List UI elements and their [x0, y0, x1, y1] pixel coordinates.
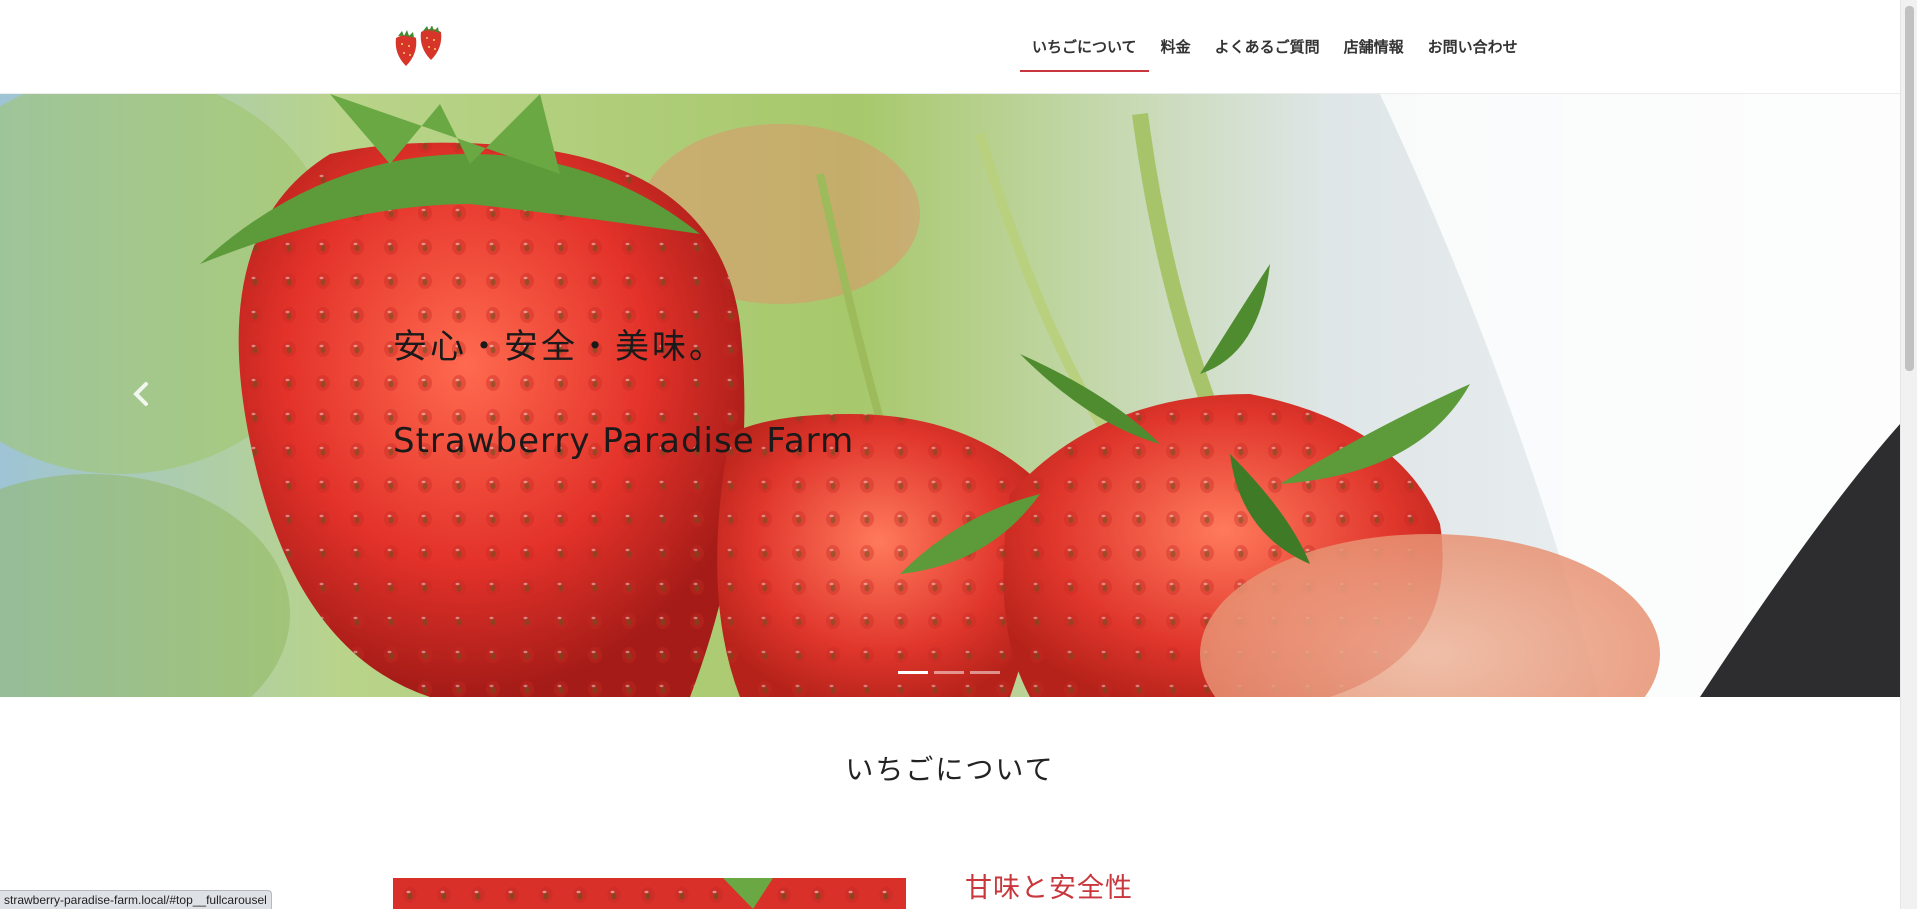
hero-carousel[interactable]: 安心・安全・美味。 Strawberry Paradise Farm [0, 94, 1900, 697]
link-status-bar: strawberry-paradise-farm.local/#top__ful… [0, 890, 272, 909]
carousel-indicators [898, 671, 1000, 674]
carousel-prev-button[interactable] [122, 374, 162, 414]
nav-item-store-info[interactable]: 店舗情報 [1332, 0, 1416, 94]
carousel-indicator-2[interactable] [934, 671, 964, 674]
about-strawberry-image [393, 878, 906, 909]
carousel-indicator-3[interactable] [970, 671, 1000, 674]
nav-item-contact[interactable]: お問い合わせ [1416, 0, 1530, 94]
hero-tagline: 安心・安全・美味。 [393, 327, 726, 367]
chevron-left-icon [133, 382, 148, 406]
nav-item-pricing[interactable]: 料金 [1149, 0, 1203, 94]
hero-title: Strawberry Paradise Farm [393, 421, 855, 461]
main-nav: いちごについて 料金 よくあるご質問 店舗情報 お問い合わせ [1020, 0, 1530, 94]
nav-item-faq[interactable]: よくあるご質問 [1203, 0, 1332, 94]
site-header: いちごについて 料金 よくあるご質問 店舗情報 お問い合わせ [0, 0, 1900, 94]
hero-strawberry-image [0, 94, 1900, 697]
strawberry-logo-icon[interactable] [390, 25, 450, 70]
section-title-about: いちごについて [845, 753, 1055, 786]
nav-item-about[interactable]: いちごについて [1020, 0, 1149, 94]
scrollbar-thumb[interactable] [1905, 6, 1914, 371]
carousel-indicator-1[interactable] [898, 671, 928, 674]
about-subheading: 甘味と安全性 [965, 873, 1133, 904]
page-scrollbar[interactable] [1900, 0, 1917, 909]
